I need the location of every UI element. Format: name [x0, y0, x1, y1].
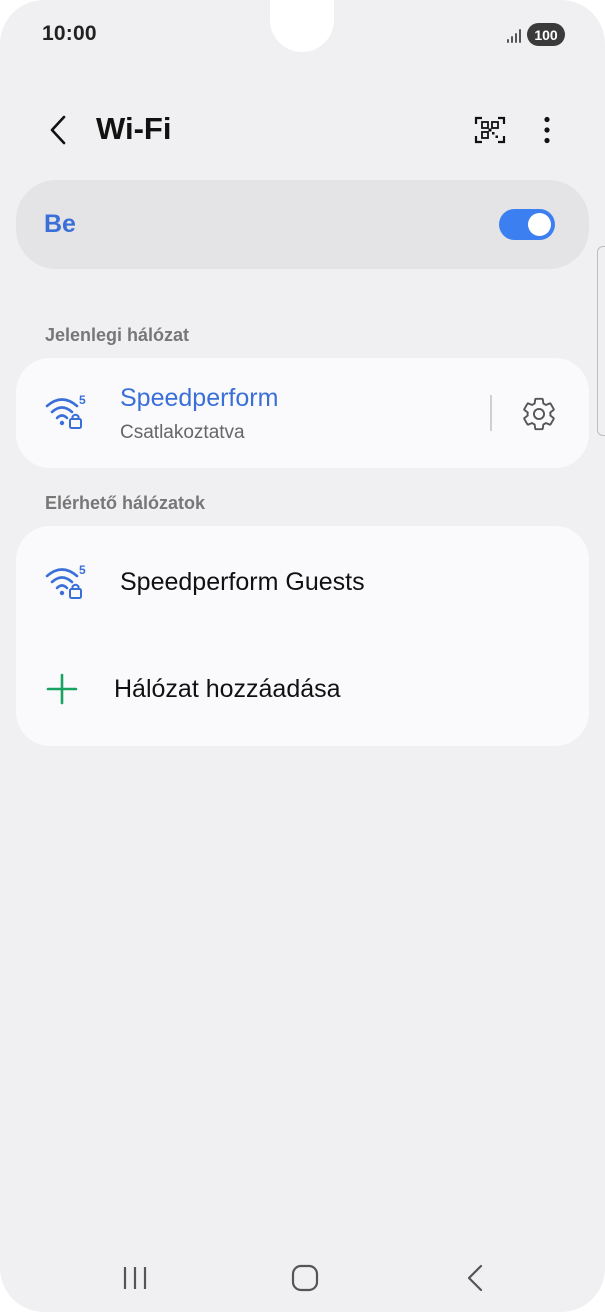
- recents-button[interactable]: [110, 1256, 160, 1300]
- back-icon: [467, 1264, 483, 1292]
- scroll-edge-indicator: [597, 246, 605, 436]
- available-networks-section-label: Elérhető hálózatok: [45, 493, 206, 513]
- home-icon: [291, 1264, 319, 1292]
- add-network-label: Hálózat hozzáadása: [114, 675, 341, 703]
- signal-icon: [507, 27, 521, 43]
- phone-screen: 10:00 100 Wi-Fi Be Jelenlegi hálózat 5 S…: [0, 0, 605, 1312]
- more-vertical-icon: [544, 116, 550, 144]
- battery-indicator: 100: [527, 23, 565, 46]
- divider: [490, 395, 492, 431]
- status-icons: 100: [507, 23, 565, 46]
- page-title: Wi-Fi: [96, 111, 172, 146]
- recents-icon: [123, 1267, 147, 1289]
- home-button[interactable]: [280, 1256, 330, 1300]
- available-networks-card: 5 Speedperform Guests Hálózat hozzáadása: [16, 526, 589, 746]
- nav-back-button[interactable]: [450, 1256, 500, 1300]
- wifi-band-label: 5: [79, 393, 86, 407]
- plus-icon: [46, 673, 78, 705]
- current-network-status: Csatlakoztatva: [120, 422, 245, 443]
- wifi-toggle[interactable]: [499, 209, 555, 240]
- qr-scan-button[interactable]: [470, 110, 510, 150]
- back-button[interactable]: [38, 110, 78, 150]
- qr-scan-icon: [474, 116, 506, 144]
- network-list-item[interactable]: 5 Speedperform Guests: [16, 526, 589, 638]
- current-network-section-label: Jelenlegi hálózat: [45, 325, 190, 345]
- current-network-name[interactable]: Speedperform: [120, 384, 278, 413]
- wifi-band-label: 5: [79, 563, 86, 577]
- toggle-knob: [528, 213, 551, 236]
- system-nav-bar: [0, 1248, 605, 1308]
- add-network-button[interactable]: Hálózat hozzáadása: [16, 638, 589, 738]
- current-network-card: 5 Speedperform Csatlakoztatva: [16, 358, 589, 468]
- wifi-secured-icon: 5: [45, 563, 86, 599]
- gear-icon: [523, 397, 555, 431]
- network-name: Speedperform Guests: [120, 568, 365, 596]
- camera-notch: [270, 0, 334, 52]
- status-time: 10:00: [42, 22, 97, 45]
- network-settings-button[interactable]: [516, 391, 562, 437]
- app-header: Wi-Fi: [0, 100, 605, 160]
- wifi-secured-icon: 5: [45, 393, 86, 429]
- chevron-left-icon: [50, 115, 66, 145]
- wifi-master-switch-row[interactable]: Be: [16, 180, 589, 269]
- more-options-button[interactable]: [527, 110, 567, 150]
- master-switch-label: Be: [44, 210, 76, 238]
